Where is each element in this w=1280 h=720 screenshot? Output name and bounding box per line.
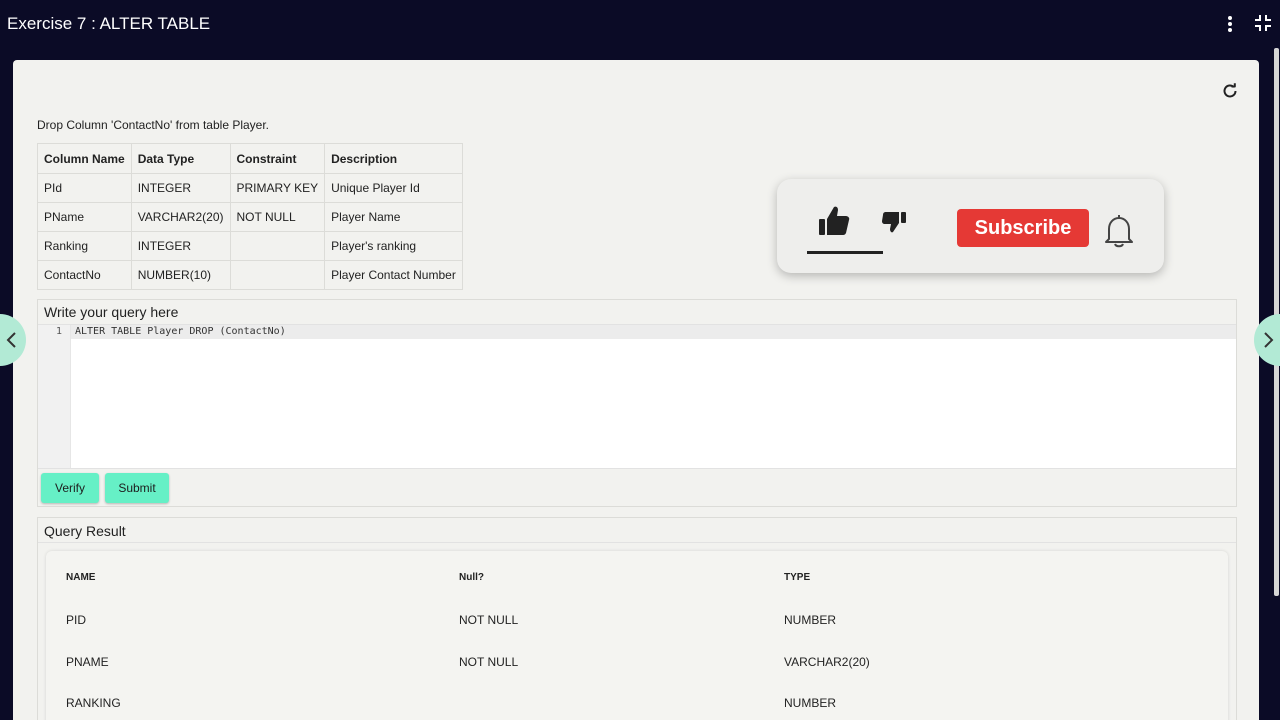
- more-vertical-icon[interactable]: [1222, 14, 1238, 34]
- verify-button[interactable]: Verify: [41, 473, 99, 503]
- editor-code-line[interactable]: ALTER TABLE Player DROP (ContactNo): [75, 326, 286, 337]
- divider: [38, 542, 1236, 543]
- bell-icon[interactable]: [1102, 212, 1136, 248]
- shrink-icon[interactable]: [1254, 14, 1272, 32]
- table-cell: [229, 231, 326, 261]
- table-cell: Player Name: [324, 202, 463, 232]
- like-underline: [807, 251, 883, 254]
- table-cell: Unique Player Id: [324, 173, 463, 203]
- result-column-header: TYPE: [784, 572, 811, 583]
- result-cell: NOT NULL: [459, 655, 519, 669]
- table-cell: PName: [37, 202, 132, 232]
- result-table: NAME Null? TYPE PID NOT NULL NUMBER PNAM…: [46, 551, 1228, 720]
- table-cell: NOT NULL: [229, 202, 326, 232]
- result-cell: PNAME: [66, 655, 109, 669]
- line-number: 1: [55, 326, 62, 337]
- table-cell: ContactNo: [37, 260, 132, 290]
- table-cell: Player Contact Number: [324, 260, 463, 290]
- refresh-icon[interactable]: [1221, 82, 1239, 100]
- subscribe-overlay: Subscribe: [777, 179, 1164, 273]
- chevron-left-icon: [6, 332, 16, 348]
- result-cell: NUMBER: [784, 613, 837, 627]
- editor-gutter: [38, 325, 71, 468]
- result-cell: RANKING: [66, 696, 121, 710]
- result-column-header: Null?: [459, 572, 484, 583]
- thumbs-down-icon[interactable]: [881, 210, 907, 234]
- table-row: PName VARCHAR2(20) NOT NULL Player Name: [37, 202, 463, 232]
- table-cell: Player's ranking: [324, 231, 463, 261]
- instruction-text: Drop Column 'ContactNo' from table Playe…: [37, 118, 270, 132]
- table-cell: PRIMARY KEY: [229, 173, 326, 203]
- sql-editor[interactable]: 1 ALTER TABLE Player DROP (ContactNo): [38, 324, 1236, 469]
- table-row: Ranking INTEGER Player's ranking: [37, 231, 463, 261]
- column-header: Constraint: [229, 143, 326, 174]
- result-cell: NOT NULL: [459, 613, 519, 627]
- chevron-right-icon: [1264, 332, 1274, 348]
- result-cell: VARCHAR2(20): [784, 655, 870, 669]
- schema-table: Column Name Data Type Constraint Descrip…: [37, 143, 463, 290]
- table-row: ContactNo NUMBER(10) Player Contact Numb…: [37, 260, 463, 290]
- column-header: Description: [324, 143, 463, 174]
- table-cell: INTEGER: [130, 173, 231, 203]
- table-cell: INTEGER: [130, 231, 231, 261]
- subscribe-button[interactable]: Subscribe: [957, 209, 1089, 247]
- result-cell: PID: [66, 613, 87, 627]
- submit-button[interactable]: Submit: [105, 473, 169, 503]
- table-row: PId INTEGER PRIMARY KEY Unique Player Id: [37, 173, 463, 203]
- query-result-title: Query Result: [44, 523, 126, 539]
- page-title: Exercise 7 : ALTER TABLE: [7, 14, 211, 33]
- result-cell: NUMBER: [784, 696, 837, 710]
- scrollbar[interactable]: [1272, 48, 1280, 720]
- table-cell: PId: [37, 173, 132, 203]
- query-section: Write your query here 1 ALTER TABLE Play…: [37, 299, 1237, 507]
- thumbs-up-icon[interactable]: [817, 204, 851, 238]
- table-header-row: Column Name Data Type Constraint Descrip…: [37, 143, 463, 174]
- column-header: Column Name: [37, 143, 132, 174]
- table-cell: Ranking: [37, 231, 132, 261]
- table-cell: [229, 260, 326, 290]
- column-header: Data Type: [130, 143, 231, 174]
- table-cell: NUMBER(10): [130, 260, 231, 290]
- query-section-title: Write your query here: [44, 304, 179, 320]
- result-column-header: NAME: [66, 572, 96, 583]
- top-bar: Exercise 7 : ALTER TABLE: [0, 0, 1280, 48]
- query-result-section: Query Result NAME Null? TYPE PID NOT NUL…: [37, 517, 1237, 720]
- table-cell: VARCHAR2(20): [130, 202, 231, 232]
